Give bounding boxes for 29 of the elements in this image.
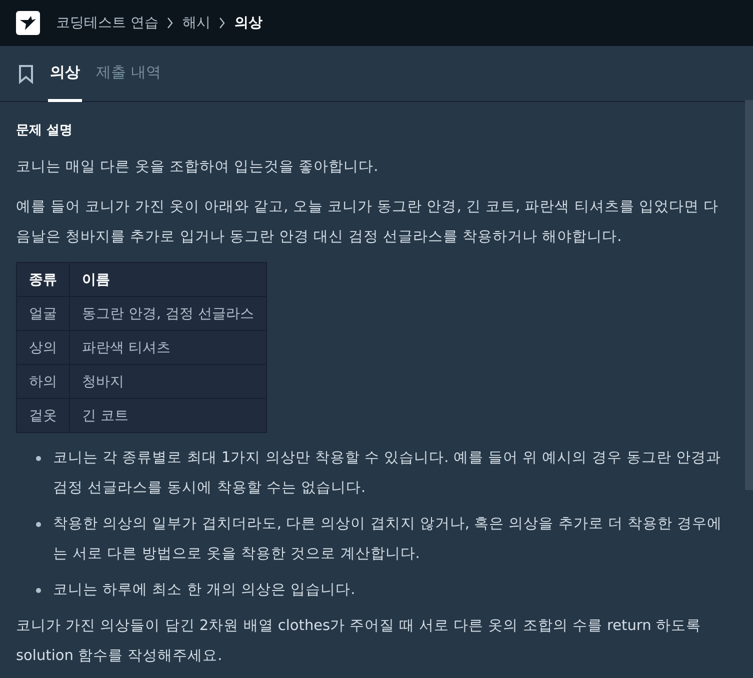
tab[interactable]: 의상 [48,46,82,102]
list-item: 코니는 하루에 최소 한 개의 의상은 입습니다. [53,581,356,600]
scrollbar[interactable] [745,100,753,490]
paragraph: 예를 들어 코니가 가진 옷이 아래와 같고, 오늘 코니가 동그란 안경, 긴 코트, 파란색 티셔츠를 입었다면 다음날은 청바지를 추가로 입거나 동그란 안경 대신 검정 선글라스를 착용하거나 해야합니다. [16,198,720,247]
logo-icon[interactable] [16,11,40,35]
bookmark-icon[interactable] [18,64,34,84]
list-item: 착용한 의상의 일부가 겹치더라도, 다른 의상이 겹치지 않거나, 혹은 의상을 추가로 더 착용한 경우에는 서로 다른 방법으로 옷을 착용한 것으로 계산합니다. [53,515,724,564]
breadcrumb-link[interactable]: 해시 [182,14,210,32]
column-header: 종류 [16,262,70,296]
table-cell: 겉옷 [16,398,70,432]
table-cell: 얼굴 [16,296,70,330]
bullet-icon [36,456,41,461]
table-cell: 파란색 티셔츠 [70,330,266,364]
bullet-icon [36,522,41,527]
breadcrumb-link[interactable]: 코딩테스트 연습 [56,14,158,32]
chevron-right-icon [166,17,174,29]
section-title: 문제 설명 [16,122,74,140]
list-item: 코니는 각 종류별로 최대 1가지 의상만 착용할 수 있습니다. 예를 들어 위 예시의 경우 동그란 안경과 검정 선글라스를 동시에 착용할 수는 없습니다. [53,449,722,498]
table-cell: 하의 [16,364,70,398]
table-cell: 청바지 [70,364,266,398]
bullet-icon [36,588,41,593]
paragraph: 코니는 매일 다른 옷을 조합하여 입는것을 좋아합니다. [16,158,380,177]
chevron-right-icon [218,17,226,29]
table-cell: 긴 코트 [70,398,266,432]
paragraph: 코니가 가진 의상들이 담긴 2차원 배열 clothes가 주어질 때 서로 다른 옷의 조합의 수를 return 하도록 solution 함수를 작성해주세요. [16,617,702,666]
table-cell: 상의 [16,330,70,364]
table-cell: 동그란 안경, 검정 선글라스 [70,296,266,330]
tab[interactable]: 제출 내역 [94,46,163,102]
column-header: 이름 [70,262,266,296]
